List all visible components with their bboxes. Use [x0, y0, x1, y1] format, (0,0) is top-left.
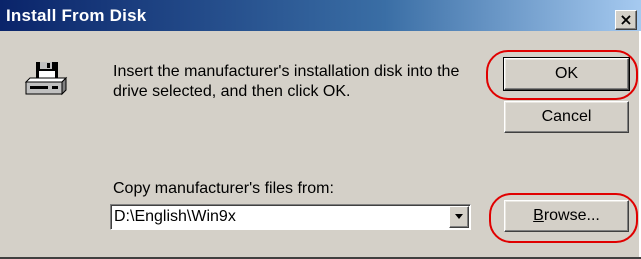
instruction-text: Insert the manufacturer's installation d…	[113, 63, 460, 100]
copy-from-label: Copy manufacturer's files from:	[113, 180, 334, 197]
browse-accelerator: B	[533, 207, 544, 224]
copy-from-combobox[interactable]: D:\English\Win9x	[110, 204, 471, 230]
cancel-button[interactable]: Cancel	[504, 101, 629, 133]
chevron-down-icon	[455, 214, 463, 219]
close-icon: ×	[619, 10, 633, 29]
floppy-disk-drive-icon	[24, 62, 68, 96]
browse-button[interactable]: Browse...	[504, 200, 629, 232]
browse-label-rest: rowse...	[543, 207, 600, 224]
title-bar[interactable]: Install From Disk ×	[0, 0, 641, 31]
window-title: Install From Disk	[6, 6, 147, 25]
copy-from-path-input[interactable]: D:\English\Win9x	[114, 207, 236, 227]
close-button[interactable]: ×	[615, 10, 637, 30]
install-from-disk-dialog: Install From Disk × Insert the manufactu…	[0, 0, 641, 259]
ok-button[interactable]: OK	[503, 57, 630, 91]
dropdown-button[interactable]	[449, 206, 469, 228]
